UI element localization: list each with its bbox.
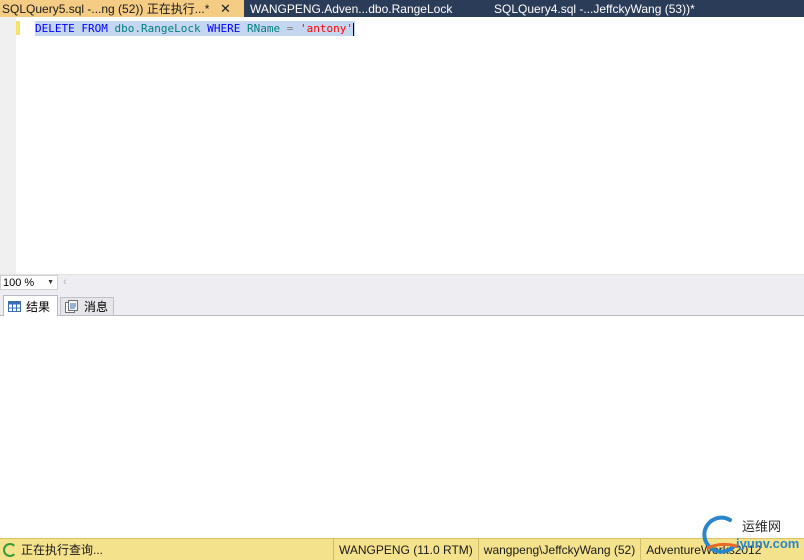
tab-sqlquery5-label: SQLQuery5.sql -...ng (52)) 正在执行...* xyxy=(2,1,210,16)
tab-results[interactable]: 结果 xyxy=(3,295,58,317)
tab-rangelock-label: WANGPENG.Adven...dbo.RangeLock xyxy=(250,1,453,16)
status-user: wangpeng\JeffckyWang (52) xyxy=(477,538,640,560)
results-pane xyxy=(0,316,804,538)
spinner-icon xyxy=(3,542,17,557)
editor-gutter xyxy=(0,17,16,274)
tab-rangelock[interactable]: WANGPENG.Adven...dbo.RangeLock xyxy=(244,0,490,17)
grid-icon xyxy=(8,300,21,312)
zoom-bar: 100 % ▼ ‹ xyxy=(0,274,804,290)
messages-icon xyxy=(65,300,78,313)
keyword-where: WHERE xyxy=(207,22,241,35)
equals-operator: = xyxy=(286,22,294,35)
column-name: RName xyxy=(246,22,281,35)
keyword-from: FROM xyxy=(81,22,108,35)
zoom-dropdown[interactable]: 100 % ▼ xyxy=(0,275,58,290)
watermark: 运维网 iyunv.com xyxy=(700,512,804,556)
tab-messages[interactable]: 消息 xyxy=(60,297,114,316)
tab-messages-label: 消息 xyxy=(84,300,109,314)
query-editor[interactable]: DELETE FROM dbo.RangeLock WHERE RName = … xyxy=(0,17,804,274)
tab-sqlquery5[interactable]: SQLQuery5.sql -...ng (52)) 正在执行...* ✕ xyxy=(0,0,244,17)
results-tab-strip: 结果 消息 xyxy=(0,290,804,317)
text-caret xyxy=(352,22,354,36)
status-bar: 正在执行查询... WANGPENG (11.0 RTM) wangpeng\J… xyxy=(0,538,804,560)
scroll-left-icon[interactable]: ‹ xyxy=(63,276,67,288)
keyword-delete: DELETE xyxy=(35,22,75,35)
status-executing: 正在执行查询... xyxy=(0,539,333,560)
status-executing-text: 正在执行查询... xyxy=(21,543,104,557)
chevron-down-icon: ▼ xyxy=(47,279,54,286)
status-server: WANGPENG (11.0 RTM) xyxy=(333,538,478,560)
tab-results-label: 结果 xyxy=(26,299,51,314)
string-literal: 'antony' xyxy=(299,22,353,35)
watermark-text: 运维网 xyxy=(742,519,782,534)
selected-code-line[interactable]: DELETE FROM dbo.RangeLock WHERE RName = … xyxy=(35,21,355,36)
tab-sqlquery4-label: SQLQuery4.sql -...JeffckyWang (53))* xyxy=(494,1,695,16)
close-icon[interactable]: ✕ xyxy=(219,1,231,17)
line-change-marker xyxy=(16,21,20,35)
tab-sqlquery4[interactable]: SQLQuery4.sql -...JeffckyWang (53))* xyxy=(490,0,699,17)
table-name: dbo.RangeLock xyxy=(114,22,201,35)
zoom-value: 100 % xyxy=(3,276,35,289)
watermark-logo-icon xyxy=(702,515,738,554)
watermark-url: iyunv.com xyxy=(736,536,800,551)
document-tab-strip: SQLQuery5.sql -...ng (52)) 正在执行...* ✕ WA… xyxy=(0,0,804,17)
